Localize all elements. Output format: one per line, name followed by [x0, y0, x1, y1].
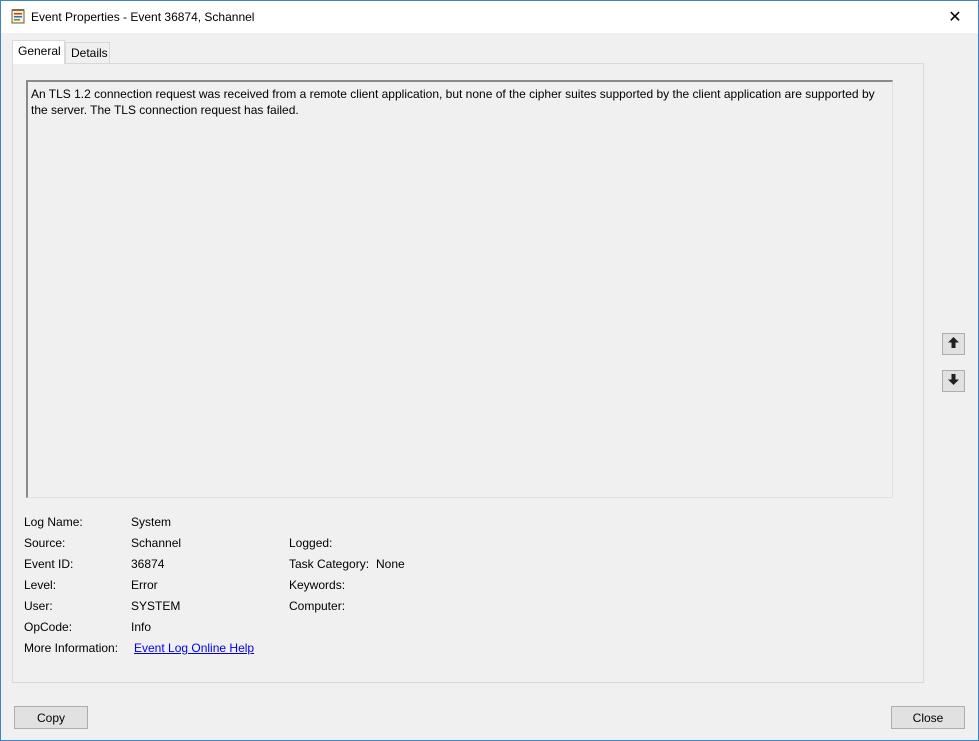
event-log-online-help-link[interactable]: Event Log Online Help: [134, 641, 254, 655]
task-category-value: None: [376, 557, 405, 571]
computer-label: Computer:: [289, 599, 346, 613]
source-value: Schannel: [131, 536, 182, 550]
event-id-label: Event ID:: [24, 557, 74, 571]
close-window-button[interactable]: ✕: [932, 1, 978, 32]
user-label: User:: [24, 599, 53, 613]
task-category-label: Task Category:: [289, 557, 370, 571]
tab-general[interactable]: General: [12, 40, 65, 64]
event-description[interactable]: An TLS 1.2 connection request was receiv…: [26, 80, 893, 498]
close-button[interactable]: Close: [891, 706, 965, 729]
copy-button[interactable]: Copy: [14, 706, 88, 729]
general-tab-panel: An TLS 1.2 connection request was receiv…: [12, 63, 924, 683]
level-label: Level:: [24, 578, 57, 592]
user-value: SYSTEM: [131, 599, 181, 613]
down-arrow-icon: [947, 373, 960, 389]
event-properties-window: Event Properties - Event 36874, Schannel…: [0, 0, 979, 741]
log-name-value: System: [131, 515, 172, 529]
event-id-value: 36874: [131, 557, 165, 571]
source-label: Source:: [24, 536, 66, 550]
log-name-label: Log Name:: [24, 515, 83, 529]
previous-event-button[interactable]: [942, 333, 965, 355]
opcode-label: OpCode:: [24, 620, 73, 634]
more-information-label: More Information:: [24, 641, 119, 655]
up-arrow-icon: [947, 336, 960, 352]
title-bar: Event Properties - Event 36874, Schannel…: [1, 1, 978, 33]
next-event-button[interactable]: [942, 370, 965, 392]
window-title: Event Properties - Event 36874, Schannel: [31, 10, 255, 24]
event-viewer-icon: [11, 9, 25, 24]
logged-label: Logged:: [289, 536, 333, 550]
tab-details[interactable]: Details: [65, 42, 110, 63]
level-value: Error: [131, 578, 158, 592]
close-icon: ✕: [948, 8, 962, 26]
opcode-value: Info: [131, 620, 152, 634]
keywords-label: Keywords:: [289, 578, 346, 592]
